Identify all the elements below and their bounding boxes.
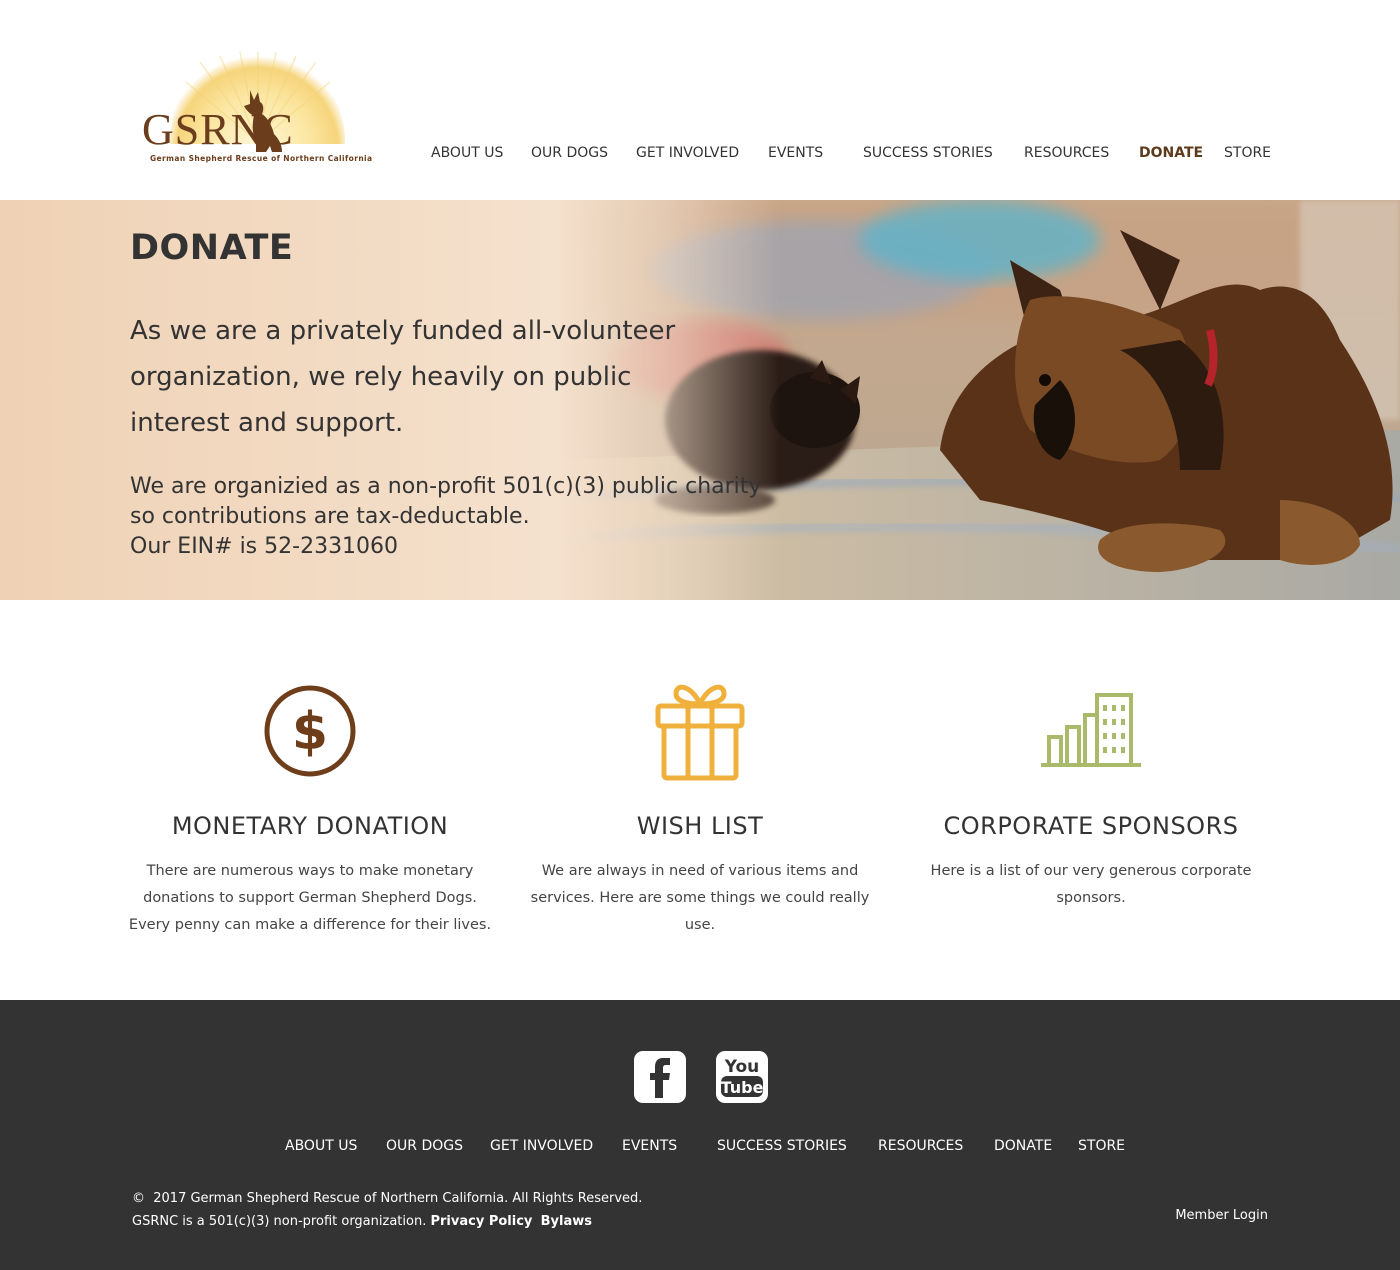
svg-text:$: $ — [292, 702, 328, 762]
copyright-text: 2017 German Shepherd Rescue of Northern … — [153, 1191, 643, 1206]
youtube-tube-text: Tube — [721, 1078, 764, 1097]
nav-item-store[interactable]: STORE — [1224, 145, 1271, 161]
member-login-link[interactable]: Member Login — [1175, 1208, 1268, 1223]
footer-nav-item-about-us[interactable]: ABOUT US — [285, 1138, 357, 1154]
hero-lead-text: As we are a privately funded all-volunte… — [130, 316, 676, 438]
hero-charity-info: We are organizied as a non-profit 501(c)… — [130, 472, 762, 562]
hero-charity-line: We are organizied as a non-profit 501(c)… — [130, 474, 762, 499]
nonprofit-text: GSRNC is a 501(c)(3) non-profit organiza… — [132, 1214, 427, 1229]
youtube-icon[interactable]: You Tube — [716, 1051, 768, 1103]
site-header: GSRNC German Shepherd Rescue of Northern… — [0, 0, 1400, 200]
privacy-policy-link[interactable]: Privacy Policy — [430, 1214, 532, 1229]
page-title: DONATE — [130, 228, 294, 268]
nav-item-success-stories[interactable]: SUCCESS STORIES — [863, 145, 993, 161]
site-footer: You Tube ABOUT US OUR DOGS GET INVOLVED … — [0, 1000, 1400, 1270]
main-nav: ABOUT US OUR DOGS GET INVOLVED EVENTS SU… — [0, 145, 1400, 169]
buildings-icon — [1041, 693, 1141, 767]
nav-item-resources[interactable]: RESOURCES — [1024, 145, 1109, 161]
footer-nav-item-events[interactable]: EVENTS — [622, 1138, 677, 1154]
hero-charity-line: so contributions are tax-deductable. — [130, 504, 530, 529]
footer-nav-item-get-involved[interactable]: GET INVOLVED — [490, 1138, 593, 1154]
feature-description: We are always in need of various items a… — [530, 863, 870, 933]
footer-nav-item-donate[interactable]: DONATE — [994, 1138, 1052, 1154]
gift-icon — [655, 684, 745, 781]
footer-nav-item-resources[interactable]: RESOURCES — [878, 1138, 963, 1154]
nav-item-get-involved[interactable]: GET INVOLVED — [636, 145, 739, 161]
feature-title[interactable]: CORPORATE SPONSORS — [906, 812, 1276, 840]
footer-legal: © 2017 German Shepherd Rescue of Norther… — [132, 1187, 642, 1233]
footer-nav-item-store[interactable]: STORE — [1078, 1138, 1125, 1154]
bylaws-link[interactable]: Bylaws — [541, 1214, 592, 1229]
nav-item-donate[interactable]: DONATE — [1139, 145, 1203, 161]
feature-description: Here is a list of our very generous corp… — [930, 863, 1252, 906]
feature-wish-list[interactable]: WISH LIST We are always in need of vario… — [515, 680, 885, 939]
feature-title[interactable]: WISH LIST — [515, 812, 885, 840]
nav-item-events[interactable]: EVENTS — [768, 145, 823, 161]
feature-title[interactable]: MONETARY DONATION — [125, 812, 495, 840]
nav-item-our-dogs[interactable]: OUR DOGS — [531, 145, 608, 161]
youtube-you-text: You — [724, 1057, 760, 1077]
feature-monetary-donation[interactable]: $ MONETARY DONATION There are numerous w… — [125, 680, 495, 939]
feature-corporate-sponsors[interactable]: CORPORATE SPONSORS Here is a list of our… — [906, 680, 1276, 912]
nav-item-about-us[interactable]: ABOUT US — [431, 145, 503, 161]
facebook-icon[interactable] — [634, 1051, 686, 1103]
copyright-icon: © — [132, 1191, 145, 1206]
dollar-circle-icon: $ — [264, 685, 356, 777]
footer-nav-item-our-dogs[interactable]: OUR DOGS — [386, 1138, 463, 1154]
hero-ein-line: Our EIN# is 52-2331060 — [130, 534, 399, 559]
feature-description: There are numerous ways to make monetary… — [128, 863, 492, 933]
footer-nav-item-success-stories[interactable]: SUCCESS STORIES — [717, 1138, 847, 1154]
